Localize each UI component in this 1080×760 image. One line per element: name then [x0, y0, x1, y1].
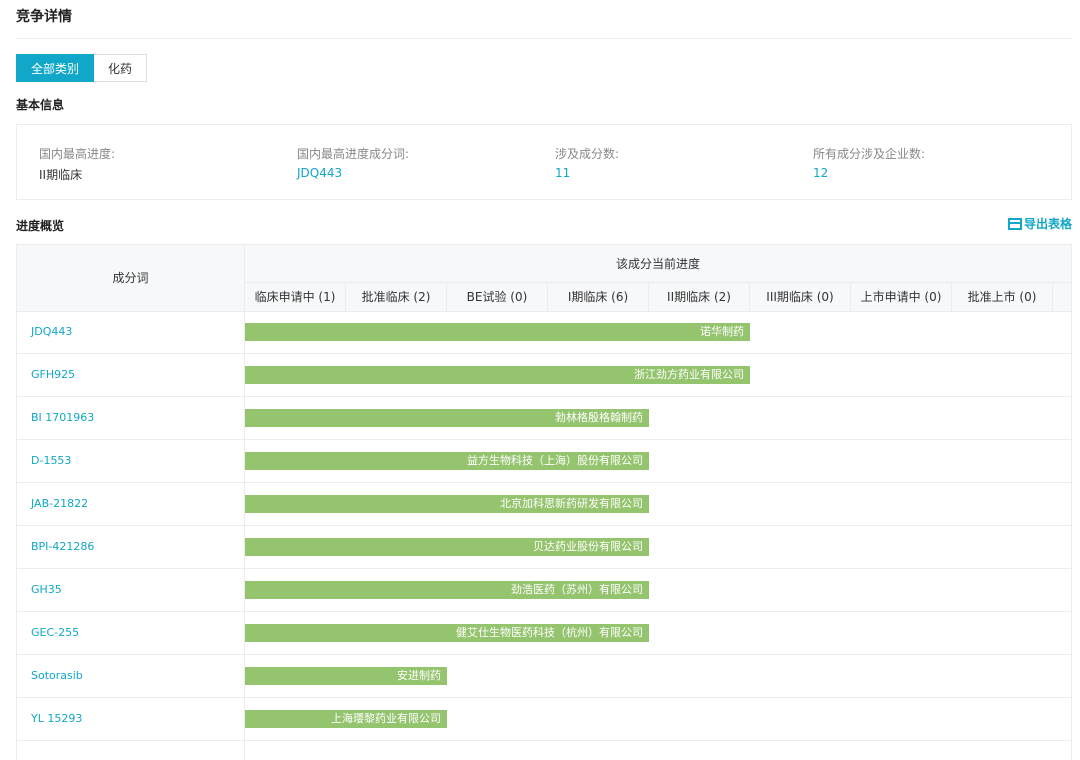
progress-bar[interactable]: 贝达药业股份有限公司	[245, 538, 649, 556]
progress-column-header: 该成分当前进度 临床申请中 (1) 批准临床 (2) BE试验 (0) I期临床 (6…	[245, 245, 1071, 312]
info-highest-progress-ingredient: 国内最高进度成分词: JDQ443	[297, 145, 409, 180]
page-title: 竞争详情	[16, 9, 72, 25]
info-label: 所有成分涉及企业数:	[813, 147, 926, 161]
stage-header: 临床申请中 (1)	[245, 283, 346, 311]
info-label: 涉及成分数:	[555, 147, 620, 161]
table-row: JAB-21822 北京加科思新药研发有限公司	[17, 483, 1071, 526]
table-row: GH35 劲浩医药（苏州）有限公司	[17, 569, 1071, 612]
progress-bar[interactable]: 勃林格殷格翰制药	[245, 409, 649, 427]
stage-header: 批准临床 (2)	[346, 283, 447, 311]
progress-header-title: 该成分当前进度	[245, 245, 1071, 283]
ingredient-link[interactable]: YL 15293	[31, 698, 82, 740]
stage-header: III期临床 (0)	[750, 283, 851, 311]
progress-table: 成分词 该成分当前进度 临床申请中 (1) 批准临床 (2) BE试验 (0) I期临…	[16, 244, 1072, 760]
progress-bar[interactable]: 劲浩医药（苏州）有限公司	[245, 581, 649, 599]
info-value-link[interactable]: 12	[813, 166, 925, 180]
progress-bar[interactable]: 安进制药	[245, 667, 447, 685]
export-table-button[interactable]: 导出表格	[1007, 215, 1072, 232]
progress-bar[interactable]: 上海璎黎药业有限公司	[245, 710, 447, 728]
table-row: JDQ443 诺华制药	[17, 311, 1071, 354]
progress-bar[interactable]: 浙江劲方药业有限公司	[245, 366, 750, 384]
ingredient-link[interactable]: JDQ443	[31, 311, 72, 353]
ingredient-link[interactable]: GH35	[31, 569, 62, 611]
info-ingredient-count: 涉及成分数: 11	[555, 145, 619, 180]
table-row: Sotorasib 安进制药	[17, 655, 1071, 698]
ingredient-link[interactable]: D-1553	[31, 440, 71, 482]
title-divider	[16, 38, 1072, 39]
stage-header: I期临床 (6)	[548, 283, 649, 311]
table-row: D-1553 益方生物科技（上海）股份有限公司	[17, 440, 1071, 483]
progress-bar[interactable]: 益方生物科技（上海）股份有限公司	[245, 452, 649, 470]
table-row: BI 1701963 勃林格殷格翰制药	[17, 397, 1071, 440]
info-value-link[interactable]: JDQ443	[297, 166, 409, 180]
progress-bar[interactable]: 诺华制药	[245, 323, 750, 341]
ingredient-link[interactable]: GEC-255	[31, 612, 79, 654]
table-row: BPI-421286 贝达药业股份有限公司	[17, 526, 1071, 569]
progress-bar[interactable]: 北京加科思新药研发有限公司	[245, 495, 649, 513]
table-export-icon	[1007, 217, 1022, 230]
progress-overview-title: 进度概览	[16, 219, 65, 233]
ingredient-link[interactable]: BI 1701963	[31, 397, 94, 439]
ingredient-link[interactable]: JAB-21822	[31, 483, 88, 525]
info-highest-progress: 国内最高进度: II期临床	[39, 145, 115, 183]
table-row: YL 15293 上海璎黎药业有限公司	[17, 698, 1071, 741]
info-label: 国内最高进度:	[39, 147, 116, 161]
info-value-link[interactable]: 11	[555, 166, 619, 180]
info-value: II期临床	[39, 168, 83, 182]
stage-header: II期临床 (2)	[649, 283, 750, 311]
stage-header: 已	[1053, 283, 1071, 311]
info-label: 国内最高进度成分词:	[297, 147, 410, 161]
tab-all-categories[interactable]: 全部类别	[16, 54, 95, 82]
stage-header: 上市申请中 (0)	[851, 283, 952, 311]
ingredient-column-header: 成分词	[17, 245, 244, 312]
export-label: 导出表格	[1023, 217, 1072, 231]
category-tabs: 全部类别 化药	[16, 54, 148, 82]
progress-bar[interactable]: 健艾仕生物医药科技（杭州）有限公司	[245, 624, 649, 642]
ingredient-link[interactable]: GFH925	[31, 354, 75, 396]
stage-header: 批准上市 (0)	[952, 283, 1053, 311]
table-row: GFH925 浙江劲方药业有限公司	[17, 354, 1071, 397]
basic-info-title: 基本信息	[16, 98, 65, 112]
basic-info-box: 国内最高进度: II期临床 国内最高进度成分词: JDQ443 涉及成分数: 1…	[16, 124, 1072, 200]
tab-chemical-drugs[interactable]: 化药	[94, 54, 148, 82]
ingredient-link[interactable]: BPI-421286	[31, 526, 94, 568]
info-company-count: 所有成分涉及企业数: 12	[813, 145, 925, 180]
table-row: GEC-255 健艾仕生物医药科技（杭州）有限公司	[17, 612, 1071, 655]
stage-header: BE试验 (0)	[447, 283, 548, 311]
ingredient-link[interactable]: Sotorasib	[31, 655, 83, 697]
